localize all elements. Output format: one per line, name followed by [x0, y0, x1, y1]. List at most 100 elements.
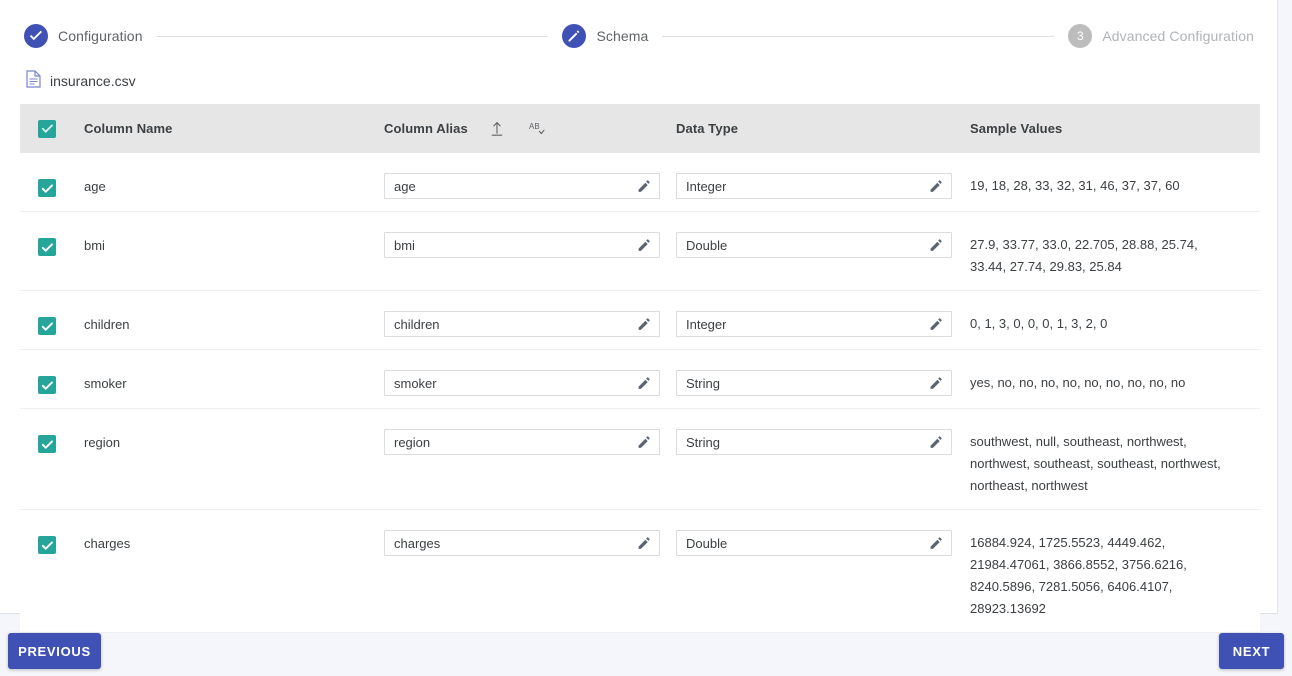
row-select-cell — [20, 421, 84, 453]
select-all-checkbox[interactable] — [38, 120, 56, 138]
row-checkbox[interactable] — [38, 435, 56, 453]
column-alias-input[interactable]: charges — [384, 530, 660, 556]
cell-column-alias: bmi — [384, 224, 676, 258]
row-checkbox[interactable] — [38, 536, 56, 554]
step-number-badge: 3 — [1068, 24, 1092, 48]
file-indicator: insurance.csv — [26, 70, 136, 91]
table-row: chargeschargesDouble16884.924, 1725.5523… — [20, 510, 1260, 633]
column-alias-input[interactable]: region — [384, 429, 660, 455]
table-row: bmibmiDouble27.9, 33.77, 33.0, 22.705, 2… — [20, 212, 1260, 291]
column-alias-value: region — [394, 435, 430, 450]
cell-column-alias: region — [384, 421, 676, 455]
data-type-input[interactable]: Double — [676, 232, 952, 258]
select-all-cell — [20, 120, 84, 138]
step-advanced-configuration[interactable]: 3 Advanced Configuration — [1068, 24, 1254, 48]
edit-pencil-icon[interactable] — [637, 536, 652, 551]
edit-pencil-icon[interactable] — [637, 435, 652, 450]
cell-sample-values: southwest, null, southeast, northwest, n… — [970, 421, 1245, 497]
sort-ascending-arrow-icon[interactable] — [487, 119, 507, 139]
edit-pencil-icon[interactable] — [929, 179, 944, 194]
step-schema-label: Schema — [596, 28, 648, 44]
cell-column-alias: children — [384, 303, 676, 337]
step-configuration-label: Configuration — [58, 28, 143, 44]
row-select-cell — [20, 165, 84, 197]
table-row: smokersmokerStringyes, no, no, no, no, n… — [20, 350, 1260, 409]
data-type-value: Double — [686, 536, 727, 551]
alphabetical-sort-icon[interactable]: AB — [527, 119, 547, 139]
edit-pencil-icon[interactable] — [929, 317, 944, 332]
edit-pencil-icon[interactable] — [929, 376, 944, 391]
data-type-value: Double — [686, 238, 727, 253]
edit-pencil-icon[interactable] — [637, 317, 652, 332]
file-document-icon — [26, 70, 41, 91]
previous-button[interactable]: PREVIOUS — [8, 633, 101, 669]
row-checkbox[interactable] — [38, 317, 56, 335]
file-name-label: insurance.csv — [50, 73, 136, 89]
column-alias-input[interactable]: bmi — [384, 232, 660, 258]
stepper-connector-2 — [662, 36, 1054, 37]
cell-data-type: Double — [676, 522, 970, 556]
cell-data-type: String — [676, 421, 970, 455]
column-alias-value: children — [394, 317, 440, 332]
schema-table: Column Name Column Alias AB Data Type — [20, 104, 1260, 633]
column-alias-value: charges — [394, 536, 440, 551]
row-select-cell — [20, 303, 84, 335]
header-column-name: Column Name — [84, 121, 384, 136]
column-alias-input[interactable]: children — [384, 311, 660, 337]
row-checkbox[interactable] — [38, 179, 56, 197]
edit-pencil-icon[interactable] — [637, 376, 652, 391]
data-type-value: String — [686, 376, 720, 391]
cell-data-type: Integer — [676, 303, 970, 337]
step-schema[interactable]: Schema — [562, 24, 648, 48]
cell-data-type: String — [676, 362, 970, 396]
edit-pencil-icon[interactable] — [929, 238, 944, 253]
edit-pencil-icon[interactable] — [929, 435, 944, 450]
cell-column-name: bmi — [84, 224, 384, 253]
row-select-cell — [20, 522, 84, 554]
data-type-input[interactable]: String — [676, 370, 952, 396]
check-icon — [24, 24, 48, 48]
table-body: ageage Integer 19, 18, 28, 33, 32, 31, 46,… — [20, 153, 1260, 633]
row-select-cell — [20, 224, 84, 256]
header-sample-values: Sample Values — [970, 121, 1260, 136]
data-type-value: Integer — [686, 317, 726, 332]
data-type-input[interactable]: String — [676, 429, 952, 455]
wizard-stepper: Configuration Schema 3 Advanced Configur… — [24, 22, 1254, 50]
next-button[interactable]: NEXT — [1219, 633, 1284, 669]
data-type-input[interactable]: Integer — [676, 173, 952, 199]
column-alias-input[interactable]: smoker — [384, 370, 660, 396]
table-row: ageage Integer 19, 18, 28, 33, 32, 31, 46,… — [20, 153, 1260, 212]
header-data-type: Data Type — [676, 121, 970, 136]
cell-data-type: Integer — [676, 165, 970, 199]
table-row: children children Integer 0, 1, 3, 0, 0, 0,… — [20, 291, 1260, 350]
row-checkbox[interactable] — [38, 376, 56, 394]
cell-column-name: smoker — [84, 362, 384, 391]
data-type-input[interactable]: Double — [676, 530, 952, 556]
data-type-input[interactable]: Integer — [676, 311, 952, 337]
pencil-icon — [562, 24, 586, 48]
data-type-value: Integer — [686, 179, 726, 194]
cell-sample-values: 0, 1, 3, 0, 0, 0, 1, 3, 2, 0 — [970, 303, 1245, 335]
edit-pencil-icon[interactable] — [637, 238, 652, 253]
row-checkbox[interactable] — [38, 238, 56, 256]
edit-pencil-icon[interactable] — [637, 179, 652, 194]
cell-column-alias: smoker — [384, 362, 676, 396]
edit-pencil-icon[interactable] — [929, 536, 944, 551]
cell-column-name: age — [84, 165, 384, 194]
header-column-alias-group: Column Alias AB — [384, 119, 676, 139]
cell-column-alias: age — [384, 165, 676, 199]
stepper-connector-1 — [157, 36, 549, 37]
row-select-cell — [20, 362, 84, 394]
wizard-card: Configuration Schema 3 Advanced Configur… — [0, 0, 1278, 614]
cell-column-alias: charges — [384, 522, 676, 556]
data-type-value: String — [686, 435, 720, 450]
step-configuration[interactable]: Configuration — [24, 24, 143, 48]
svg-text:AB: AB — [529, 122, 540, 131]
cell-sample-values: 16884.924, 1725.5523, 4449.462, 21984.47… — [970, 522, 1245, 620]
column-alias-input[interactable]: age — [384, 173, 660, 199]
cell-data-type: Double — [676, 224, 970, 258]
table-header-row: Column Name Column Alias AB Data Type — [20, 104, 1260, 153]
cell-sample-values: 19, 18, 28, 33, 32, 31, 46, 37, 37, 60 — [970, 165, 1245, 197]
header-column-alias: Column Alias — [384, 121, 468, 136]
cell-column-name: children — [84, 303, 384, 332]
